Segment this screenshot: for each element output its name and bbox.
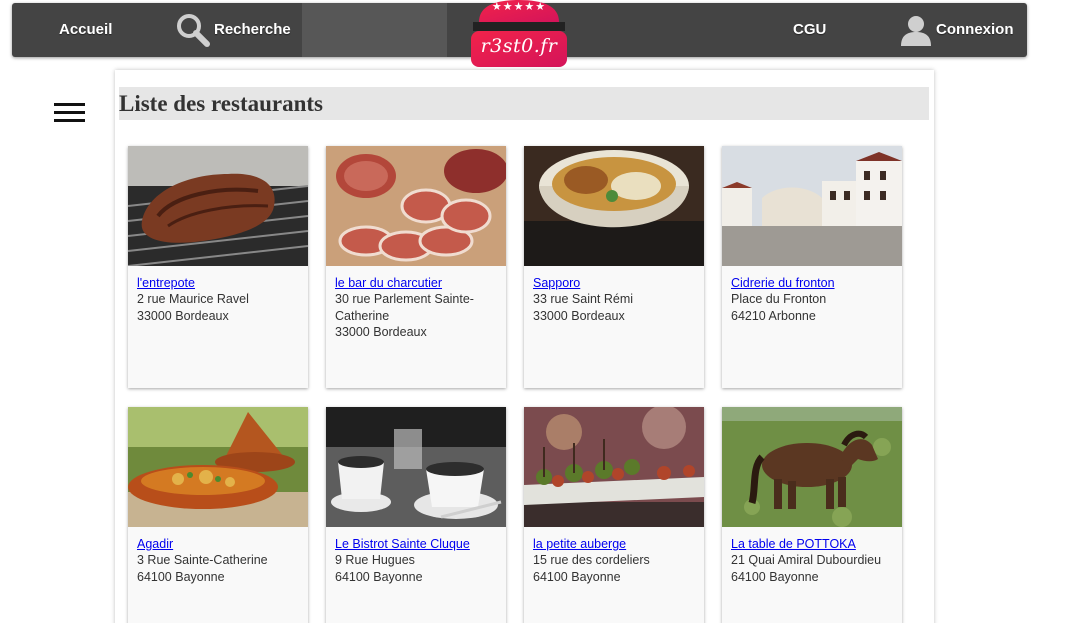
- restaurant-name-link[interactable]: Le Bistrot Sainte Cluque: [335, 536, 501, 552]
- restaurant-card: Le Bistrot Sainte Cluque 9 Rue Hugues 64…: [326, 407, 506, 623]
- restaurant-address: 3 Rue Sainte-Catherine: [137, 553, 268, 568]
- restaurant-card: Agadir 3 Rue Sainte-Catherine 64100 Bayo…: [128, 407, 308, 623]
- restaurant-address: 9 Rue Hugues: [335, 553, 415, 568]
- restaurant-name-link[interactable]: Cidrerie du fronton: [731, 275, 897, 291]
- nav-highlight: [302, 3, 447, 57]
- noodle-bowl-photo[interactable]: [524, 146, 704, 266]
- site-logo[interactable]: ★★★★★ r3st0.fr: [471, 0, 567, 67]
- restaurant-address: 30 rue Parlement Sainte-Catherine: [335, 292, 474, 323]
- restaurant-card: le bar du charcutier 30 rue Parlement Sa…: [326, 146, 506, 388]
- restaurant-name-link[interactable]: La table de POTTOKA: [731, 536, 897, 552]
- restaurant-city: 64210 Arbonne: [731, 308, 816, 323]
- restaurant-address: 33 rue Saint Rémi: [533, 292, 634, 307]
- restaurant-name-link[interactable]: le bar du charcutier: [335, 275, 501, 291]
- nav-home-link[interactable]: Accueil: [59, 3, 112, 57]
- restaurant-city: 64100 Bayonne: [137, 569, 225, 584]
- pony-photo[interactable]: [722, 407, 902, 527]
- restaurant-city: 33000 Bordeaux: [533, 308, 625, 323]
- restaurant-name-link[interactable]: Agadir: [137, 536, 303, 552]
- user-icon[interactable]: [899, 14, 933, 46]
- restaurant-city: 33000 Bordeaux: [335, 324, 427, 339]
- restaurant-name-link[interactable]: l'entrepote: [137, 275, 303, 291]
- restaurant-name-link[interactable]: Sapporo: [533, 275, 699, 291]
- nav-login-link[interactable]: Connexion: [936, 3, 1014, 57]
- logo-text: r3st0.fr: [480, 35, 558, 57]
- skewers-photo[interactable]: [524, 407, 704, 527]
- page-title: Liste des restaurants: [119, 87, 929, 120]
- restaurants-panel: Liste des restaurants l'entrepote 2 rue …: [115, 70, 934, 623]
- coffee-cups-photo[interactable]: [326, 407, 506, 527]
- restaurant-card: Cidrerie du fronton Place du Fronton 642…: [722, 146, 902, 388]
- tagine-photo[interactable]: [128, 407, 308, 527]
- restaurant-name-link[interactable]: la petite auberge: [533, 536, 699, 552]
- restaurant-card: La table de POTTOKA 21 Quai Amiral Dubou…: [722, 407, 902, 623]
- village-square-photo[interactable]: [722, 146, 902, 266]
- restaurant-address: 2 rue Maurice Ravel: [137, 292, 249, 307]
- nav-terms-link[interactable]: CGU: [793, 3, 826, 57]
- restaurant-city: 64100 Bayonne: [731, 569, 819, 584]
- restaurant-address: Place du Fronton: [731, 292, 827, 307]
- search-icon[interactable]: [175, 12, 211, 48]
- restaurant-city: 64100 Bayonne: [533, 569, 621, 584]
- restaurant-city: 64100 Bayonne: [335, 569, 423, 584]
- menu-toggle-icon[interactable]: [54, 103, 85, 123]
- sliced-sausage-photo[interactable]: [326, 146, 506, 266]
- grilled-meat-photo[interactable]: [128, 146, 308, 266]
- restaurant-city: 33000 Bordeaux: [137, 308, 229, 323]
- nav-search-link[interactable]: Recherche: [214, 3, 291, 57]
- restaurant-card: Sapporo 33 rue Saint Rémi 33000 Bordeaux: [524, 146, 704, 388]
- restaurant-address: 15 rue des cordeliers: [533, 553, 650, 568]
- logo-stars: ★★★★★: [491, 0, 547, 13]
- restaurant-card: l'entrepote 2 rue Maurice Ravel 33000 Bo…: [128, 146, 308, 388]
- restaurant-address: 21 Quai Amiral Dubourdieu: [731, 553, 882, 568]
- restaurant-card: la petite auberge 15 rue des cordeliers …: [524, 407, 704, 623]
